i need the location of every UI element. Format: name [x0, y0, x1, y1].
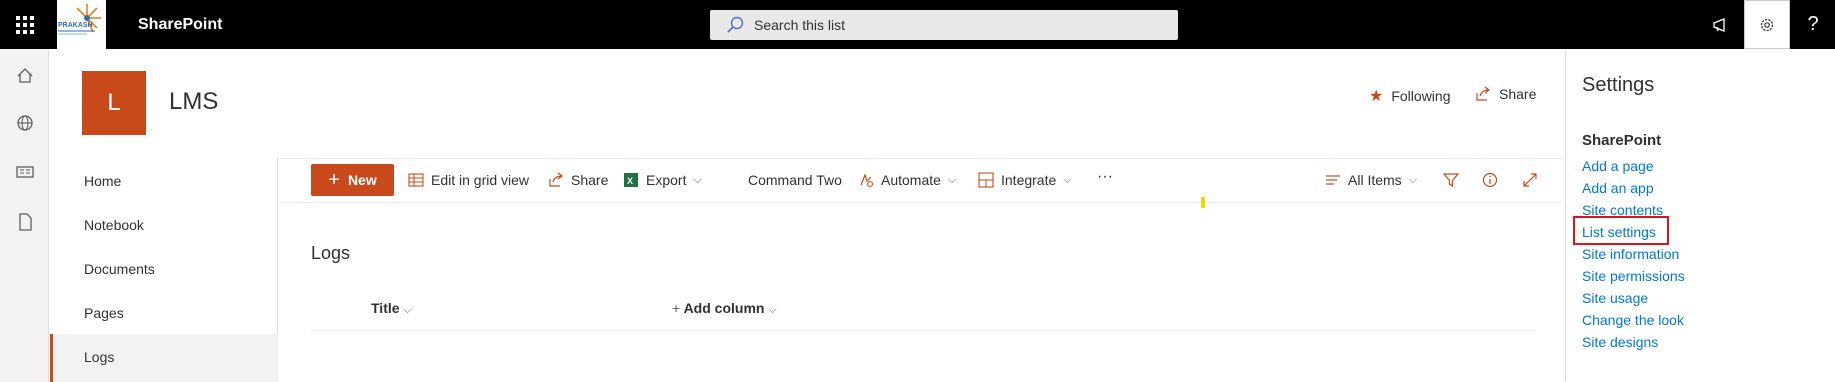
filter-button[interactable] — [1443, 172, 1459, 188]
divider — [279, 202, 1562, 203]
grid-icon — [408, 173, 424, 187]
chevron-down-icon: ⌵ — [403, 304, 412, 316]
more-button[interactable]: ··· — [1097, 168, 1113, 186]
command-two-label: Command Two — [748, 172, 842, 188]
globe-icon[interactable] — [14, 112, 36, 134]
plus-icon: + — [672, 300, 681, 316]
fullscreen-button[interactable] — [1522, 172, 1538, 188]
column-title-label: Title — [371, 300, 400, 316]
new-button[interactable]: + New — [311, 164, 394, 196]
add-column-label: Add column — [683, 300, 765, 316]
home-icon[interactable] — [14, 65, 36, 87]
settings-link-site-information[interactable]: Site information — [1582, 246, 1679, 262]
site-logo[interactable]: L — [82, 71, 146, 135]
star-icon: ★ — [1369, 88, 1384, 105]
nav-item-documents[interactable]: Documents — [84, 261, 155, 277]
view-label: All Items — [1348, 172, 1402, 188]
following-button[interactable]: ★ Following — [1369, 86, 1450, 106]
app-name[interactable]: SharePoint — [138, 0, 222, 49]
command-two-button[interactable]: Command Two — [748, 172, 842, 188]
edit-grid-label: Edit in grid view — [431, 172, 530, 188]
divider — [311, 330, 1535, 331]
list-view-icon — [1326, 175, 1340, 185]
integrate-label: Integrate — [1001, 172, 1057, 188]
svg-text:PRAKASH: PRAKASH — [58, 22, 93, 29]
plus-icon: + — [328, 169, 340, 191]
chevron-down-icon: ⌵ — [1408, 173, 1418, 186]
share-label: Share — [571, 172, 609, 188]
share-button[interactable]: Share — [548, 172, 608, 188]
info-icon — [1482, 172, 1498, 188]
settings-link-add-page[interactable]: Add a page — [1582, 158, 1654, 174]
settings-link-change-look[interactable]: Change the look — [1582, 312, 1684, 328]
search-placeholder: Search this list — [754, 17, 846, 33]
gear-icon — [1760, 18, 1774, 31]
add-column-button[interactable]: + Add column ⌵ — [672, 300, 777, 317]
integrate-icon — [978, 172, 994, 188]
expand-icon — [1523, 173, 1537, 187]
export-button[interactable]: X Export ⌵ — [623, 172, 702, 188]
filter-icon — [1443, 173, 1459, 188]
column-header-title[interactable]: Title ⌵ — [371, 300, 412, 317]
share-icon — [549, 172, 563, 187]
chevron-down-icon: ⌵ — [947, 173, 957, 186]
app-bar — [0, 49, 49, 382]
app-launcher-icon[interactable] — [0, 0, 49, 49]
nav-item-notebook[interactable]: Notebook — [84, 217, 144, 233]
settings-link-site-permissions[interactable]: Site permissions — [1582, 268, 1685, 284]
chevron-down-icon: ⌵ — [1063, 173, 1072, 186]
share-site-button[interactable]: Share — [1475, 86, 1536, 102]
share-label: Share — [1499, 86, 1537, 102]
automate-icon — [860, 173, 874, 188]
settings-gear-button[interactable] — [1744, 0, 1790, 49]
news-icon[interactable] — [14, 161, 36, 183]
settings-link-site-designs[interactable]: Site designs — [1582, 334, 1658, 350]
cursor-mark — [1201, 197, 1205, 208]
nav-item-logs[interactable]: Logs — [84, 349, 114, 365]
chevron-down-icon: ⌵ — [693, 173, 702, 186]
help-button[interactable]: ? — [1791, 0, 1835, 49]
following-label: Following — [1391, 88, 1451, 104]
nav-item-home[interactable]: Home — [84, 173, 121, 189]
excel-icon: X — [624, 173, 638, 187]
chevron-down-icon: ⌵ — [768, 304, 777, 316]
document-icon[interactable] — [14, 211, 36, 233]
share-icon — [1476, 86, 1490, 101]
highlight-box — [1573, 216, 1669, 245]
divider — [279, 158, 1562, 159]
automate-label: Automate — [881, 172, 941, 188]
new-label: New — [347, 172, 377, 188]
export-label: Export — [646, 172, 687, 188]
settings-link-site-usage[interactable]: Site usage — [1582, 290, 1648, 306]
search-box[interactable]: Search this list — [710, 10, 1178, 40]
list-title: Logs — [311, 243, 351, 263]
settings-link-add-app[interactable]: Add an app — [1582, 180, 1654, 196]
megaphone-icon[interactable] — [1696, 0, 1745, 49]
automate-button[interactable]: Automate ⌵ — [858, 172, 956, 188]
search-icon — [727, 16, 744, 33]
org-logo[interactable]: PRAKASH — [57, 0, 106, 49]
view-selector[interactable]: All Items ⌵ — [1325, 172, 1417, 188]
edit-grid-button[interactable]: Edit in grid view — [408, 172, 529, 188]
settings-pane-title: Settings — [1582, 74, 1655, 96]
info-button[interactable] — [1482, 172, 1498, 188]
nav-item-pages[interactable]: Pages — [84, 305, 124, 321]
integrate-button[interactable]: Integrate ⌵ — [978, 172, 1072, 188]
more-icon: ··· — [1097, 168, 1113, 185]
settings-section-title: SharePoint — [1582, 132, 1662, 149]
svg-text:X: X — [627, 176, 633, 186]
site-title[interactable]: LMS — [169, 88, 218, 116]
